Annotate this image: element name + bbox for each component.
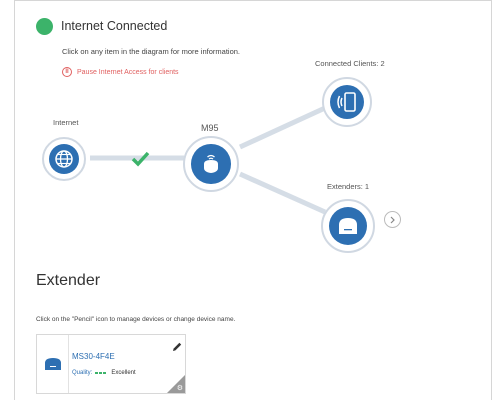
extender-section-title: Extender [36, 272, 101, 289]
connected-clients-label: Connected Clients: 2 [315, 59, 385, 68]
extender-card[interactable]: MS30-4F4E Quality: Excellent ⚙ [36, 334, 186, 394]
extender-quality: Quality: Excellent [72, 370, 136, 376]
next-extender-button[interactable] [384, 211, 401, 228]
signal-bars-icon [95, 372, 107, 374]
gear-icon[interactable]: ⚙ [177, 385, 183, 392]
internet-node[interactable] [42, 137, 86, 181]
extender-icon [329, 207, 367, 245]
extender-device-icon [44, 358, 61, 370]
globe-icon [48, 143, 80, 175]
extender-card-icon-area [37, 335, 69, 393]
manage-devices-hint: Click on the "Pencil" icon to manage dev… [36, 316, 236, 323]
internet-label: Internet [53, 118, 79, 127]
router-node[interactable] [183, 136, 239, 192]
phone-icon [329, 84, 365, 120]
quality-value: Excellent [111, 370, 136, 376]
connected-clients-node[interactable] [322, 77, 372, 127]
chevron-right-icon [390, 216, 395, 223]
quality-label: Quality: [72, 370, 93, 376]
extender-name: MS30-4F4E [72, 352, 115, 361]
router-label: M95 [201, 123, 219, 133]
router-icon [191, 144, 231, 184]
pencil-icon[interactable] [171, 341, 183, 353]
extender-node[interactable] [321, 199, 375, 253]
extenders-label: Extenders: 1 [327, 182, 370, 191]
